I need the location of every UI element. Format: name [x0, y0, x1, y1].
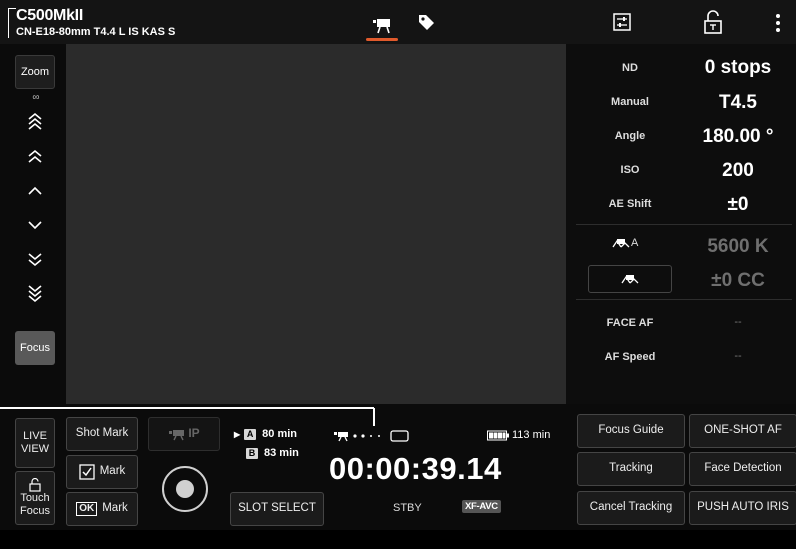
check-mark-label: Mark [99, 465, 126, 478]
shot-mark-button[interactable]: Shot Mark [66, 417, 138, 451]
iris-mode-label: Manual [611, 96, 649, 108]
push-auto-iris-button[interactable]: PUSH AUTO IRIS [689, 491, 796, 525]
iso-label: ISO [620, 164, 640, 176]
ip-stream-button[interactable]: IP [148, 417, 220, 451]
nd-label: ND [622, 62, 638, 74]
face-af-value[interactable]: -- [680, 316, 796, 328]
focus-near-fast-icon[interactable] [24, 282, 46, 304]
slot-a-badge: A [244, 428, 257, 440]
battery-icon [487, 430, 509, 440]
focus-far-slow-icon[interactable] [24, 180, 46, 202]
divider [576, 299, 792, 300]
record-button[interactable] [162, 466, 208, 512]
record-dot-icon [176, 480, 194, 498]
shutter-angle-label: Angle [614, 130, 646, 142]
af-speed-label: AF Speed [604, 351, 656, 363]
touch-focus-button[interactable]: Touch Focus [15, 471, 55, 525]
camera-status-indicator-icon [334, 430, 409, 442]
more-vertical-icon[interactable] [770, 12, 786, 34]
codec-badge: XF-AVC [462, 500, 501, 513]
slot-select-button[interactable]: SLOT SELECT [230, 492, 324, 526]
shutter-angle-value[interactable]: 180.00 ° [680, 126, 796, 148]
live-view-button[interactable]: LIVE VIEW [15, 418, 55, 468]
white-balance-set-icon [621, 275, 639, 284]
focus-button[interactable]: Focus [15, 331, 55, 365]
iris-value[interactable]: T4.5 [680, 92, 796, 114]
active-slot-arrow-icon: ▶ [234, 429, 241, 439]
record-status: STBY [393, 502, 422, 514]
slot-b-time: 83 min [264, 447, 299, 459]
unlock-icon[interactable] [703, 10, 723, 34]
slot-b-row: B 83 min [246, 447, 299, 459]
one-shot-af-button[interactable]: ONE-SHOT AF [689, 414, 796, 448]
ok-mark-icon: OK [76, 502, 98, 516]
tracking-button[interactable]: Tracking [577, 452, 685, 486]
battery-status: 113 min [487, 429, 550, 441]
battery-time: 113 min [512, 429, 551, 441]
focus-guide-button[interactable]: Focus Guide [577, 414, 685, 448]
active-tab-indicator [366, 38, 398, 41]
focus-near-medium-icon[interactable] [24, 248, 46, 270]
wb-auto-letter: A [631, 237, 639, 249]
ae-shift-label: AE Shift [608, 198, 652, 210]
ok-mark-label: Mark [102, 502, 128, 515]
focus-near-slow-icon[interactable] [24, 214, 46, 236]
af-speed-value[interactable]: -- [680, 350, 796, 362]
slot-a-time: 80 min [262, 428, 298, 440]
annotation-line [373, 408, 375, 426]
ip-label: IP [188, 426, 200, 441]
camera-ip-icon [169, 430, 185, 441]
tag-icon[interactable] [416, 12, 436, 32]
ae-shift-value[interactable]: ±0 [680, 194, 796, 216]
focus-far-medium-icon[interactable] [24, 146, 46, 168]
live-preview-area[interactable] [66, 44, 566, 404]
face-detection-button[interactable]: Face Detection [689, 452, 796, 486]
infinity-label: ∞ [32, 92, 40, 103]
iso-value[interactable]: 200 [680, 160, 796, 182]
divider [576, 224, 792, 225]
face-af-label: FACE AF [606, 317, 654, 329]
timecode: 00:00:39.14 [329, 451, 502, 486]
annotation-bracket [8, 8, 16, 38]
slot-b-badge: B [246, 447, 258, 459]
lens-name: CN-E18-80mm T4.4 L IS KAS S [16, 26, 176, 38]
footer-bar [0, 530, 796, 549]
slot-a-row: ▶ A 80 min [234, 428, 297, 440]
checkbox-icon [79, 464, 95, 480]
camera-model: C500MkII [16, 7, 83, 24]
focus-far-fast-icon[interactable] [24, 111, 46, 133]
camera-mode-icon[interactable] [372, 12, 394, 34]
touch-focus-label: Touch Focus [20, 492, 50, 517]
wb-auto-label: A [612, 237, 638, 249]
white-balance-icon [612, 239, 630, 248]
white-balance-cc[interactable]: ±0 CC [680, 270, 796, 292]
ok-mark-button[interactable]: OK Mark [66, 492, 138, 526]
zoom-button[interactable]: Zoom [15, 55, 55, 89]
check-mark-button[interactable]: Mark [66, 455, 138, 489]
white-balance-kelvin[interactable]: 5600 K [680, 236, 796, 258]
touch-focus-lock-icon [29, 478, 41, 492]
nd-value[interactable]: 0 stops [680, 57, 796, 79]
cancel-tracking-button[interactable]: Cancel Tracking [577, 491, 685, 525]
annotation-line [0, 407, 374, 409]
settings-sliders-icon[interactable] [612, 12, 632, 32]
